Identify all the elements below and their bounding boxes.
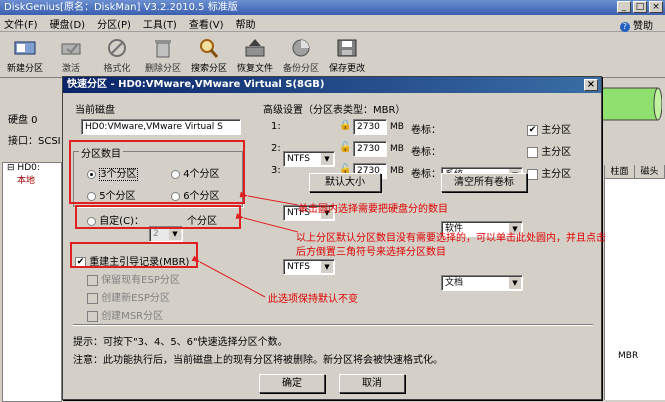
annotation-text-2a: 以上分区默认分区数目没有需要选择的，可以单击此处圆内，并且点击	[296, 233, 606, 244]
annotation-text-3: 此选项保持默认不变	[268, 294, 358, 305]
annotation-text-2b: 后方倒置三角符号来选择分区数目	[296, 247, 446, 258]
annotation-text-1: 单击圆内选择需要把硬盘分的数目	[298, 204, 448, 215]
